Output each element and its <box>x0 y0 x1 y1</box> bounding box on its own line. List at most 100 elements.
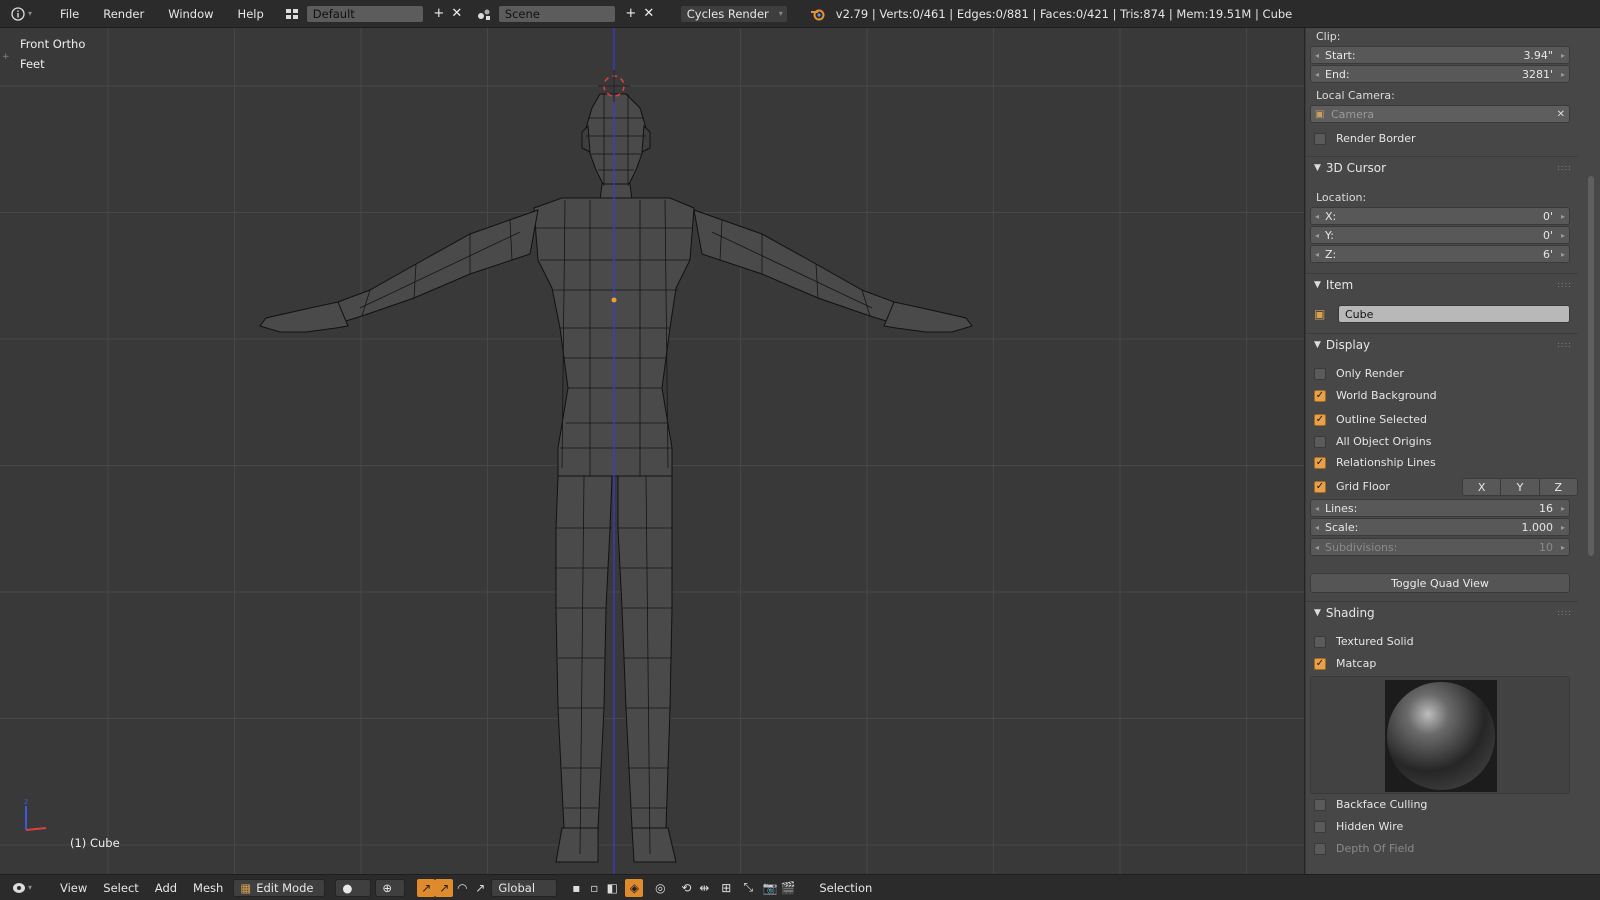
depth-of-field-checkbox[interactable] <box>1314 842 1326 855</box>
decrement-arrow-icon[interactable]: ◂ <box>1315 51 1319 60</box>
decrement-arrow-icon[interactable]: ◂ <box>1315 231 1319 240</box>
depth-of-field-row[interactable]: Depth Of Field <box>1314 842 1414 855</box>
edge-select-icon[interactable]: ▫ <box>585 879 603 897</box>
editor-type-3d-view-icon[interactable] <box>10 879 28 897</box>
decrement-arrow-icon[interactable]: ◂ <box>1315 250 1319 259</box>
limit-selection-visible-icon[interactable]: ◈ <box>625 878 644 897</box>
clip-start-field[interactable]: ◂ Start: 3.94" ▸ <box>1310 46 1570 64</box>
grid-subdivisions-field[interactable]: ◂ Subdivisions: 10 ▸ <box>1310 538 1570 556</box>
grid-floor-row[interactable]: ✓ Grid Floor <box>1314 480 1390 493</box>
render-border-row[interactable]: Render Border <box>1314 132 1416 145</box>
translate-manipulator-icon[interactable]: ↗ <box>435 878 454 897</box>
increment-arrow-icon[interactable]: ▸ <box>1561 70 1565 79</box>
backface-culling-checkbox[interactable] <box>1314 798 1326 811</box>
increment-arrow-icon[interactable]: ▸ <box>1561 250 1565 259</box>
mode-dropdown[interactable]: ▦ Edit Mode <box>233 878 326 897</box>
toggle-quad-view-button[interactable]: Toggle Quad View <box>1310 573 1570 593</box>
auto-merge-icon[interactable]: ⤡ <box>739 879 757 897</box>
textured-solid-checkbox[interactable] <box>1314 635 1326 648</box>
render-engine-dropdown[interactable]: Cycles Render ▾ <box>679 4 788 23</box>
human-mesh[interactable] <box>0 28 1305 874</box>
menu-add[interactable]: Add <box>147 881 185 895</box>
screen-layout-icon[interactable] <box>282 4 302 24</box>
item-name-field[interactable]: Cube <box>1338 305 1570 323</box>
all-object-origins-row[interactable]: All Object Origins <box>1314 435 1431 448</box>
hidden-wire-row[interactable]: Hidden Wire <box>1314 820 1403 833</box>
drag-grip-icon[interactable]: :::: <box>1557 280 1572 289</box>
menu-mesh[interactable]: Mesh <box>185 881 231 895</box>
decrement-arrow-icon[interactable]: ◂ <box>1315 212 1319 221</box>
increment-arrow-icon[interactable]: ▸ <box>1561 504 1565 513</box>
decrement-arrow-icon[interactable]: ◂ <box>1315 504 1319 513</box>
panel-item-header[interactable]: ▼ Item :::: <box>1306 273 1578 295</box>
menu-view[interactable]: View <box>52 881 95 895</box>
matcap-row[interactable]: ✓ Matcap <box>1314 657 1376 670</box>
grid-scale-field[interactable]: ◂ Scale: 1.000 ▸ <box>1310 518 1570 536</box>
matcap-preview-frame[interactable] <box>1310 676 1570 794</box>
drag-grip-icon[interactable]: :::: <box>1557 163 1572 172</box>
decrement-arrow-icon[interactable]: ◂ <box>1315 543 1319 552</box>
scale-manipulator-icon[interactable]: ↗ <box>471 879 489 897</box>
hidden-wire-checkbox[interactable] <box>1314 820 1326 833</box>
clear-camera-icon[interactable]: ✕ <box>1557 109 1565 120</box>
axis-y-toggle[interactable]: Y <box>1501 479 1540 495</box>
drag-grip-icon[interactable]: :::: <box>1557 608 1572 617</box>
backface-culling-row[interactable]: Backface Culling <box>1314 798 1427 811</box>
render-border-checkbox[interactable] <box>1314 132 1326 145</box>
increment-arrow-icon[interactable]: ▸ <box>1561 51 1565 60</box>
clip-end-field[interactable]: ◂ End: 3281' ▸ <box>1310 65 1570 83</box>
opengl-render-icon[interactable]: 📷 <box>761 879 779 897</box>
screen-layout-field[interactable]: Default <box>305 4 424 23</box>
only-render-row[interactable]: Only Render <box>1314 367 1404 380</box>
axis-z-toggle[interactable]: Z <box>1539 479 1577 495</box>
axis-x-toggle[interactable]: X <box>1463 479 1502 495</box>
grid-floor-checkbox[interactable]: ✓ <box>1314 480 1326 493</box>
transform-orientation-dropdown[interactable]: Global <box>491 878 558 897</box>
add-layout-icon[interactable]: + <box>430 6 448 21</box>
properties-scrollbar[interactable] <box>1588 176 1594 556</box>
menu-file[interactable]: File <box>48 7 91 21</box>
textured-solid-row[interactable]: Textured Solid <box>1314 635 1414 648</box>
snap-element-icon[interactable]: ⇹ <box>695 879 713 897</box>
opengl-animation-icon[interactable]: 🎬 <box>779 879 797 897</box>
local-camera-field[interactable]: ▣ Camera ✕ <box>1310 105 1570 123</box>
decrement-arrow-icon[interactable]: ◂ <box>1315 523 1319 532</box>
info-editor-type-icon[interactable] <box>8 4 28 24</box>
all-object-origins-checkbox[interactable] <box>1314 435 1326 448</box>
world-background-row[interactable]: ✓ World Background <box>1314 389 1437 402</box>
rotate-manipulator-icon[interactable]: ◠ <box>453 879 471 897</box>
face-select-icon[interactable]: ◧ <box>603 879 621 897</box>
editor-type-chevron-icon[interactable]: ▾ <box>28 9 42 18</box>
vertex-select-icon[interactable]: ▪ <box>567 879 585 897</box>
relationship-lines-checkbox[interactable]: ✓ <box>1314 456 1326 469</box>
panel-3d-cursor-header[interactable]: ▼ 3D Cursor :::: <box>1306 156 1578 178</box>
increment-arrow-icon[interactable]: ▸ <box>1561 212 1565 221</box>
matcap-checkbox[interactable]: ✓ <box>1314 657 1326 670</box>
cursor-z-field[interactable]: ◂ Z: 6' ▸ <box>1310 245 1570 263</box>
menu-help[interactable]: Help <box>226 7 276 21</box>
3d-viewport[interactable]: Front Ortho Feet + z (1) Cube <box>0 28 1305 874</box>
scene-field[interactable]: Scene <box>497 4 616 23</box>
panel-display-header[interactable]: ▼ Display :::: <box>1306 333 1578 355</box>
menu-render[interactable]: Render <box>91 7 156 21</box>
panel-shading-header[interactable]: ▼ Shading :::: <box>1306 601 1578 623</box>
proportional-edit-icon[interactable]: ◎ <box>651 879 669 897</box>
pivot-point-dropdown[interactable]: ⊕ <box>375 878 406 897</box>
snap-icon[interactable]: ⟲ <box>677 879 695 897</box>
grid-lines-field[interactable]: ◂ Lines: 16 ▸ <box>1310 499 1570 517</box>
remove-scene-icon[interactable]: ✕ <box>640 6 658 21</box>
menu-window[interactable]: Window <box>156 7 225 21</box>
add-scene-icon[interactable]: + <box>622 6 640 21</box>
chevron-down-icon[interactable]: ▾ <box>28 883 38 892</box>
manipulator-toggle-icon[interactable]: ↗ <box>417 878 436 897</box>
increment-arrow-icon[interactable]: ▸ <box>1561 523 1565 532</box>
decrement-arrow-icon[interactable]: ◂ <box>1315 70 1319 79</box>
cursor-y-field[interactable]: ◂ Y: 0' ▸ <box>1310 226 1570 244</box>
outline-selected-row[interactable]: ✓ Outline Selected <box>1314 413 1427 426</box>
only-render-checkbox[interactable] <box>1314 367 1326 380</box>
cursor-x-field[interactable]: ◂ X: 0' ▸ <box>1310 207 1570 225</box>
matcap-sphere-icon[interactable] <box>1385 680 1497 792</box>
outline-selected-checkbox[interactable]: ✓ <box>1314 413 1326 426</box>
snap-target-icon[interactable]: ⊞ <box>717 879 735 897</box>
drag-grip-icon[interactable]: :::: <box>1557 340 1572 349</box>
